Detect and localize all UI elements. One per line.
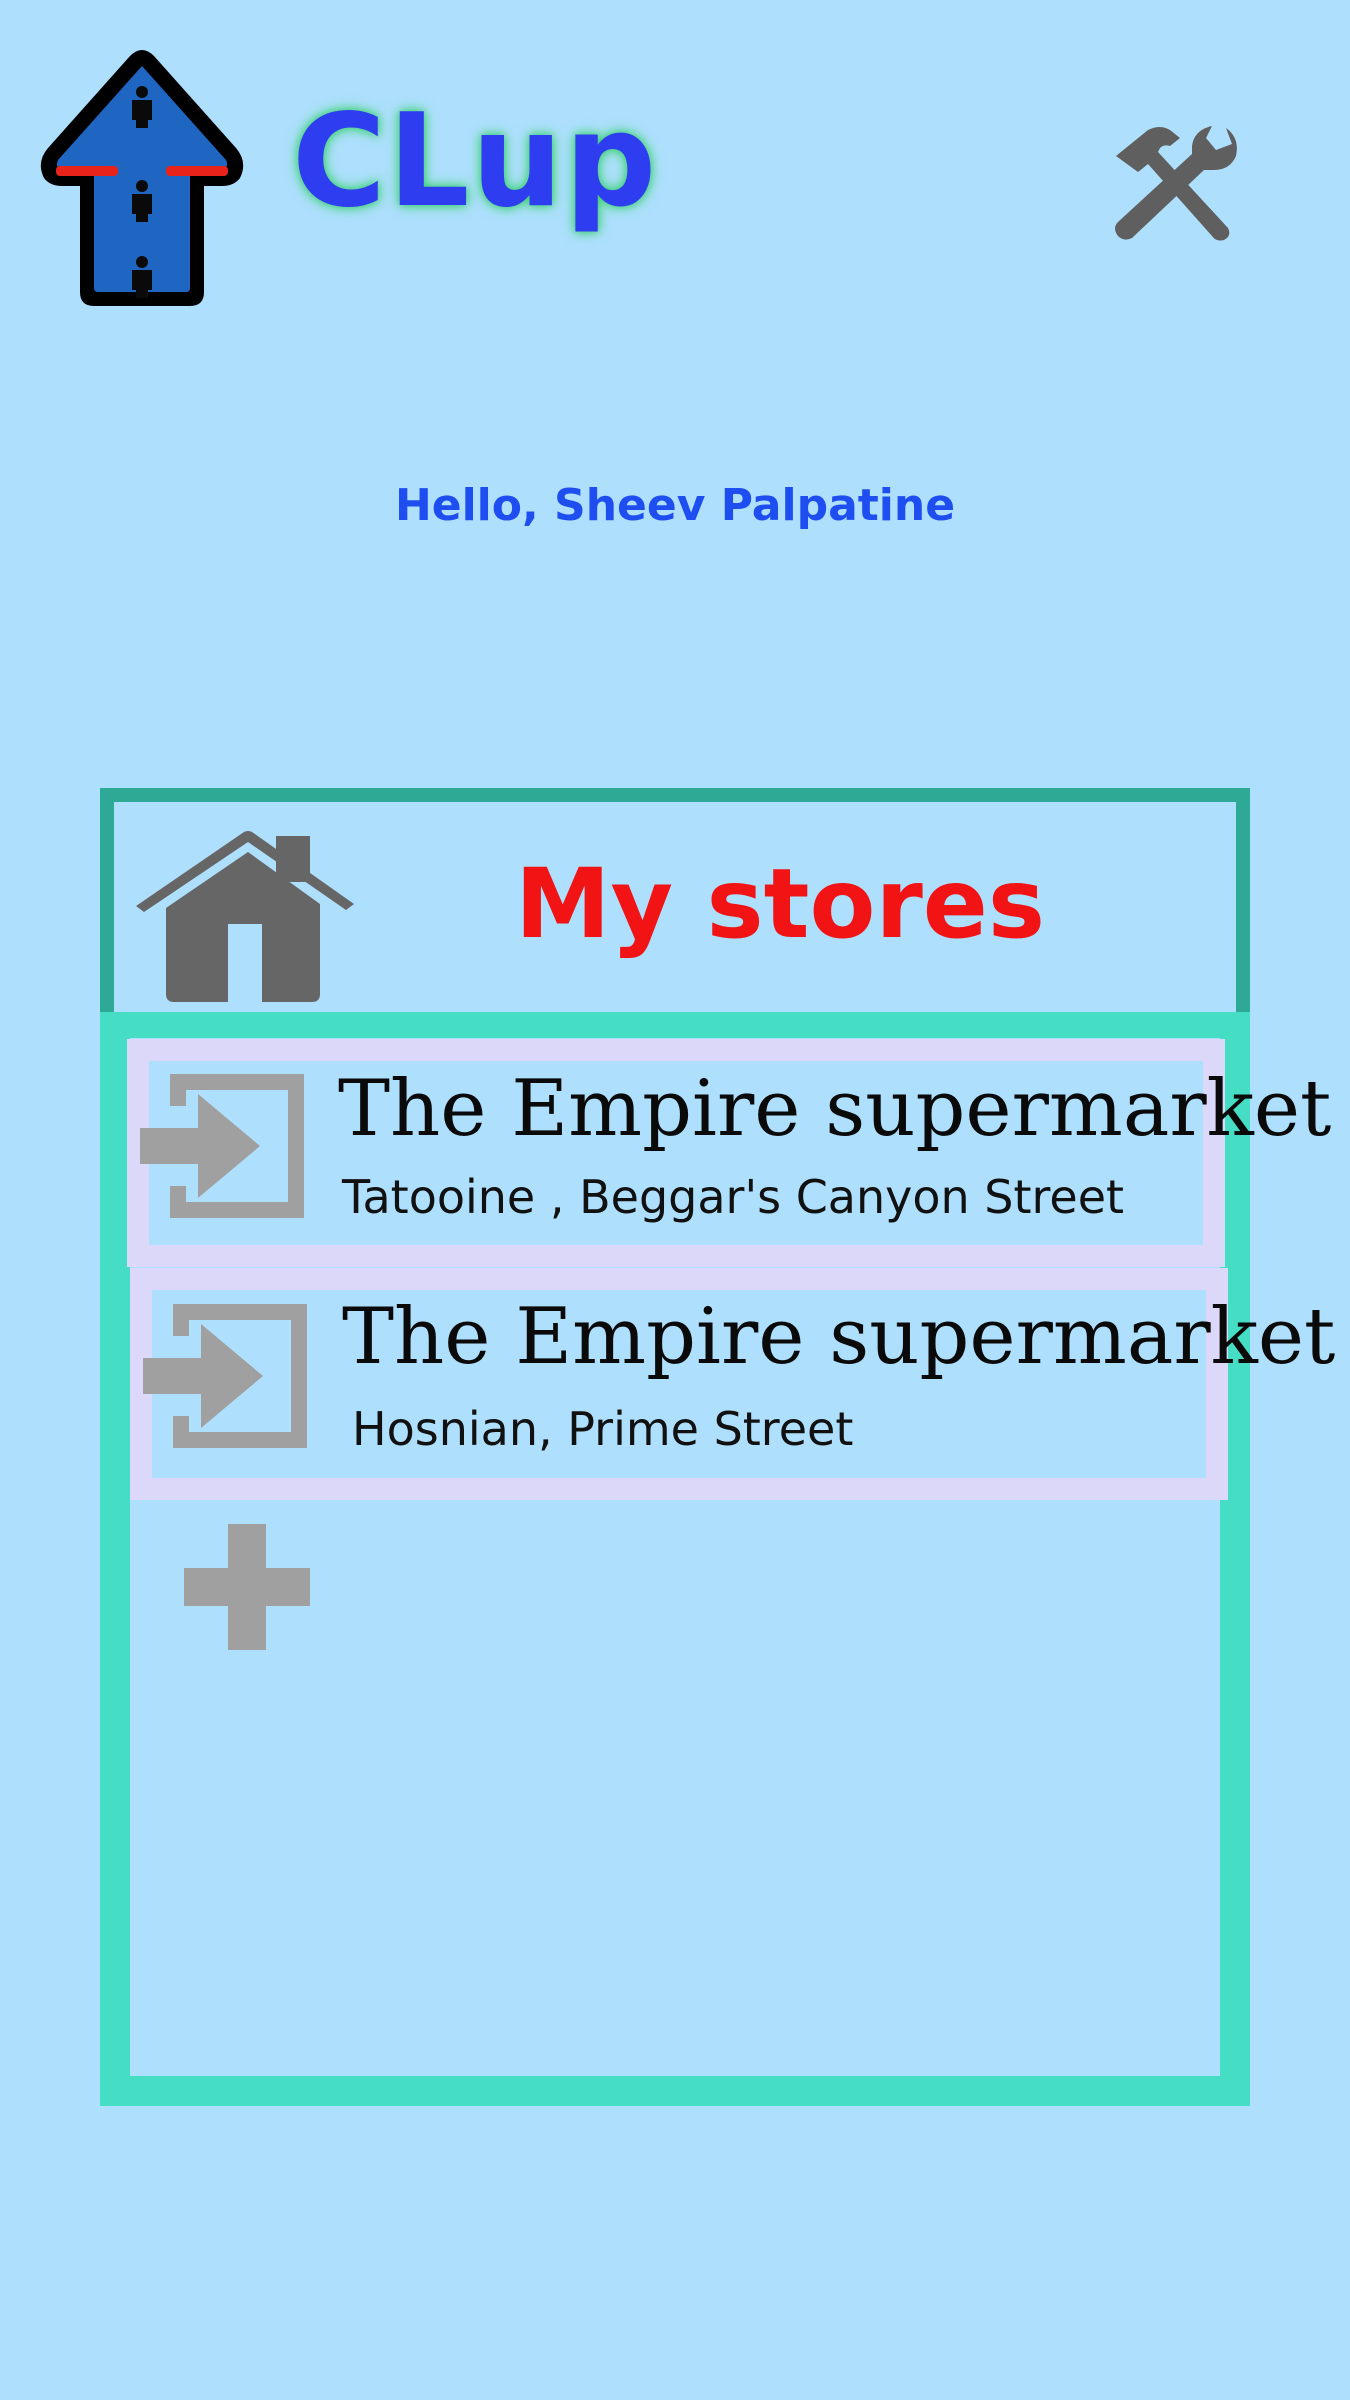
home-icon (136, 831, 354, 1002)
logo-icon (40, 50, 244, 306)
settings-hammer-wrench-icon[interactable] (1108, 124, 1240, 242)
add-store-plus-icon[interactable] (184, 1524, 310, 1650)
store-address: Tatooine , Beggar's Canyon Street (342, 1170, 1125, 1224)
store-address: Hosnian, Prime Street (352, 1402, 854, 1456)
stores-panel-header-divider (100, 1012, 1250, 1038)
greeting-text: Hello, Sheev Palpatine (394, 480, 956, 531)
store-name: The Empire supermarket (342, 1292, 1336, 1382)
panel-title: My stores (514, 848, 1046, 960)
store-name: The Empire supermarket (338, 1064, 1332, 1154)
app-title: CLup (292, 87, 659, 236)
enter-icon[interactable] (140, 1074, 304, 1218)
enter-icon[interactable] (143, 1304, 307, 1448)
